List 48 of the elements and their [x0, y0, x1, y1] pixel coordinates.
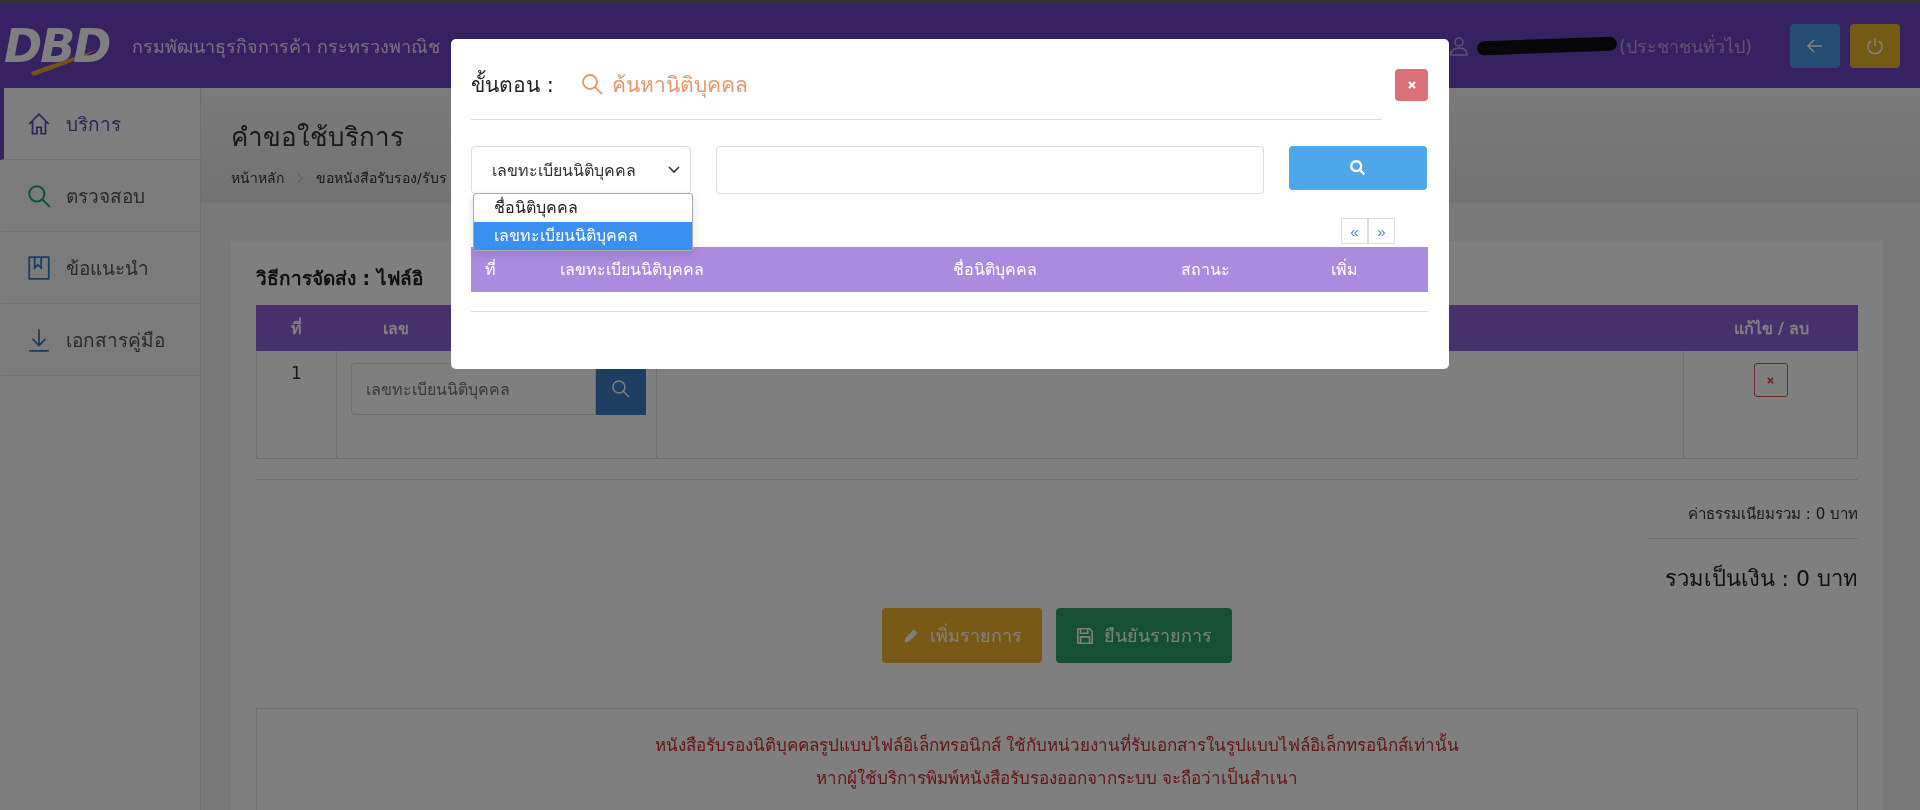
- notice-text: หนังสือรับรองนิติบุคคลรูปแบบไฟล์อิเล็กทรอนิกส์ ใช้กับหน่วยงานที่รับเอกสารในรูปแบบไฟล์อิเล็กทรอนิกส์เท่านั้น: [654, 732, 1460, 758]
- column-header: เลขทะเบียนนิติบุคคล: [560, 259, 705, 282]
- column-header: เพิ่ม: [1329, 258, 1359, 281]
- column-header: ที่: [289, 316, 303, 340]
- first-page-button[interactable]: «: [1341, 218, 1368, 244]
- column-header: สถานะ: [1179, 259, 1231, 281]
- breadcrumb-link[interactable]: หน้าหลัก: [231, 167, 284, 189]
- dropdown-option[interactable]: ชื่อนิติบุคคล: [474, 194, 692, 222]
- last-page-button[interactable]: »: [1368, 218, 1395, 244]
- step-label: ขั้นตอน :: [471, 69, 554, 99]
- close-button[interactable]: [1395, 69, 1428, 101]
- dropdown-option[interactable]: เลขทะเบียนนิติบุคคล: [474, 222, 692, 250]
- sidebar-item[interactable]: ตรวจสอบ: [0, 160, 200, 232]
- back-button[interactable]: [1790, 24, 1840, 68]
- bookmark-book-icon: [26, 254, 52, 281]
- org-name: กรมพัฒนาธุรกิจการค้า กระทรวงพาณิช: [132, 34, 440, 60]
- search-icon: [611, 379, 631, 399]
- notice-text: หากผู้ใช้บริการพิมพ์หนังสือรับรองออกจากระบบ จะถือว่าเป็นสำเนา: [815, 766, 1299, 791]
- close-icon: [1766, 375, 1775, 385]
- column-header: เลข: [382, 317, 410, 340]
- page-title: คำขอใช้บริการ: [231, 121, 405, 154]
- grand-total: รวมเป็นเงิน : 0 บาท: [1663, 563, 1858, 593]
- logout-button[interactable]: [1850, 24, 1900, 68]
- column-header: แก้ไข / ลบ: [1732, 317, 1811, 340]
- fee-total: ค่าธรรมเนียมรวม : 0 บาท: [1687, 504, 1858, 525]
- row-number: 1: [291, 363, 302, 383]
- search-icon: [26, 182, 52, 209]
- delete-button[interactable]: [1753, 363, 1788, 397]
- column-header: ที่: [484, 258, 497, 281]
- chevron-down-icon: [668, 166, 680, 174]
- section-heading: วิธีการจัดส่ง : ไฟล์อิ: [256, 266, 423, 291]
- close-icon: [1406, 80, 1417, 90]
- download-icon: [26, 326, 52, 353]
- step-title: ค้นหานิติบุคคล: [611, 71, 748, 100]
- save-icon: [1076, 626, 1094, 645]
- search-icon: [579, 72, 604, 96]
- logo: DBD: [4, 18, 126, 74]
- sidebar-item[interactable]: บริการ: [0, 88, 200, 160]
- confirm-button[interactable]: ยืนยันรายการ: [1056, 608, 1232, 663]
- search-icon: [1349, 159, 1367, 177]
- sidebar-item[interactable]: ข้อแนะนำ: [0, 232, 200, 304]
- breadcrumb-link[interactable]: ขอหนังสือรับรอง/รับร: [316, 167, 447, 189]
- search-field[interactable]: [716, 146, 1264, 194]
- company-number-field[interactable]: เลขทะเบียนนิติบุคคล: [351, 363, 596, 415]
- column-header: ชื่อนิติบุคคล: [951, 258, 1038, 282]
- sidebar-item[interactable]: เอกสารคู่มือ: [0, 304, 200, 376]
- user-icon: [1448, 36, 1469, 56]
- power-icon: [1865, 36, 1885, 56]
